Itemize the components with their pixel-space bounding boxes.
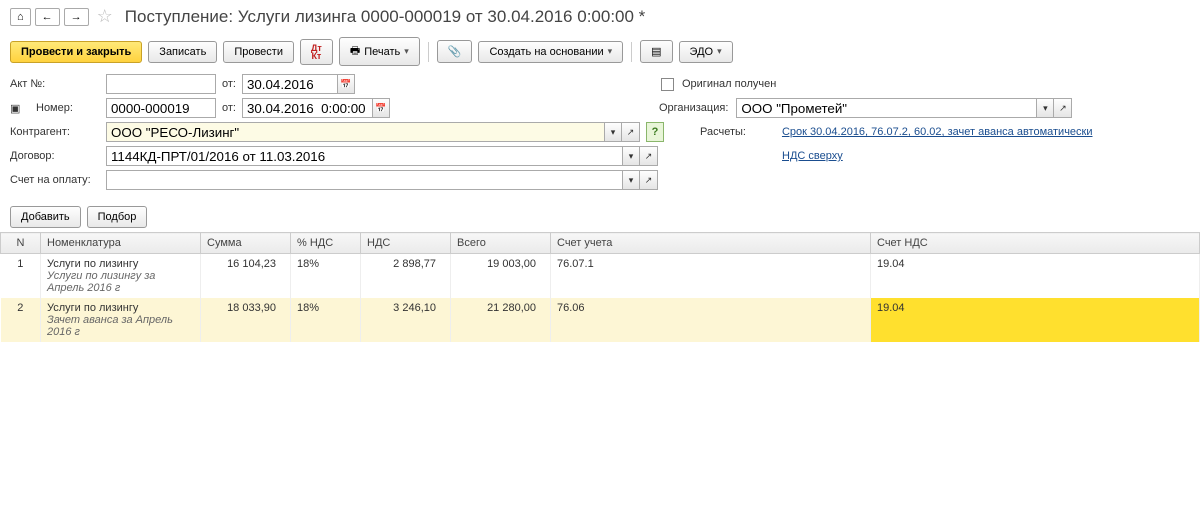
create-based-button[interactable]: Создать на основании ▾ [478, 41, 623, 63]
org-input[interactable] [736, 98, 1036, 118]
items-table: N Номенклатура Сумма % НДС НДС Всего Сче… [0, 232, 1200, 342]
back-button[interactable]: ← [35, 8, 60, 26]
org-label: Организация: [659, 102, 728, 114]
kontragent-input[interactable] [106, 122, 604, 142]
dropdown-icon[interactable]: ▾ [622, 146, 640, 166]
schet-input[interactable] [106, 170, 622, 190]
col-acct-nds[interactable]: Счет НДС [871, 233, 1200, 254]
add-row-button[interactable]: Добавить [10, 206, 81, 228]
nomer-input[interactable] [106, 98, 216, 118]
schet-label: Счет на оплату: [10, 174, 100, 186]
dropdown-icon[interactable]: ▾ [1036, 98, 1054, 118]
home-button[interactable]: ⌂ [10, 8, 31, 26]
col-nds[interactable]: НДС [361, 233, 451, 254]
calendar-icon[interactable]: 📅 [337, 74, 355, 94]
col-acct[interactable]: Счет учета [551, 233, 871, 254]
open-icon[interactable]: ↗ [640, 170, 658, 190]
ot-label: от: [222, 102, 236, 114]
separator [631, 42, 632, 62]
col-n[interactable]: N [1, 233, 41, 254]
datetime-input[interactable] [242, 98, 372, 118]
help-button[interactable]: ? [646, 122, 664, 142]
dtkt-icon: ДтКт [311, 44, 322, 60]
edo-button[interactable]: ЭДО ▾ [679, 41, 733, 63]
col-nom[interactable]: Номенклатура [41, 233, 201, 254]
raschety-link[interactable]: Срок 30.04.2016, 76.07.2, 60.02, зачет а… [782, 126, 1093, 138]
post-close-button[interactable]: Провести и закрыть [10, 41, 142, 63]
col-total[interactable]: Всего [451, 233, 551, 254]
nomer-label: Номер: [36, 102, 100, 114]
forward-button[interactable]: → [64, 8, 89, 26]
open-icon[interactable]: ↗ [622, 122, 640, 142]
dropdown-icon[interactable]: ▾ [622, 170, 640, 190]
col-pnds[interactable]: % НДС [291, 233, 361, 254]
dropdown-icon[interactable]: ▾ [604, 122, 622, 142]
separator [428, 42, 429, 62]
printer-icon: 🖶 [350, 42, 360, 61]
chevron-down-icon: ▾ [404, 46, 409, 57]
post-button[interactable]: Провести [223, 41, 294, 63]
akt-date-input[interactable] [242, 74, 337, 94]
calendar-icon[interactable]: 📅 [372, 98, 390, 118]
pick-button[interactable]: Подбор [87, 206, 148, 228]
dogovor-label: Договор: [10, 150, 100, 162]
chevron-down-icon: ▾ [608, 46, 613, 57]
dtkt-button[interactable]: ДтКт [300, 39, 333, 65]
print-button[interactable]: 🖶 Печать ▾ [339, 37, 420, 66]
open-icon[interactable]: ↗ [1054, 98, 1072, 118]
akt-input[interactable] [106, 74, 216, 94]
original-label: Оригинал получен [682, 78, 776, 90]
original-checkbox[interactable] [661, 78, 674, 91]
paperclip-icon: 📎 [448, 45, 462, 58]
attach-button[interactable]: 📎 [437, 40, 473, 63]
dogovor-input[interactable] [106, 146, 622, 166]
status-icon: ▣ [10, 102, 30, 115]
raschety-label: Расчеты: [700, 126, 746, 138]
save-button[interactable]: Записать [148, 41, 217, 63]
col-sum[interactable]: Сумма [201, 233, 291, 254]
page-title: Поступление: Услуги лизинга 0000-000019 … [125, 7, 646, 27]
list-button[interactable]: ▤ [640, 40, 672, 63]
list-icon: ▤ [651, 45, 661, 58]
open-icon[interactable]: ↗ [640, 146, 658, 166]
ot-label: от: [222, 78, 236, 90]
table-row[interactable]: 2 Услуги по лизингу Зачет аванса за Апре… [1, 298, 1200, 342]
akt-label: Акт №: [10, 78, 100, 90]
chevron-down-icon: ▾ [717, 46, 722, 57]
kontragent-label: Контрагент: [10, 126, 100, 138]
nds-link[interactable]: НДС сверху [782, 150, 843, 162]
favorite-icon[interactable]: ☆ [97, 6, 113, 27]
table-row[interactable]: 1 Услуги по лизингу Услуги по лизингу за… [1, 254, 1200, 299]
